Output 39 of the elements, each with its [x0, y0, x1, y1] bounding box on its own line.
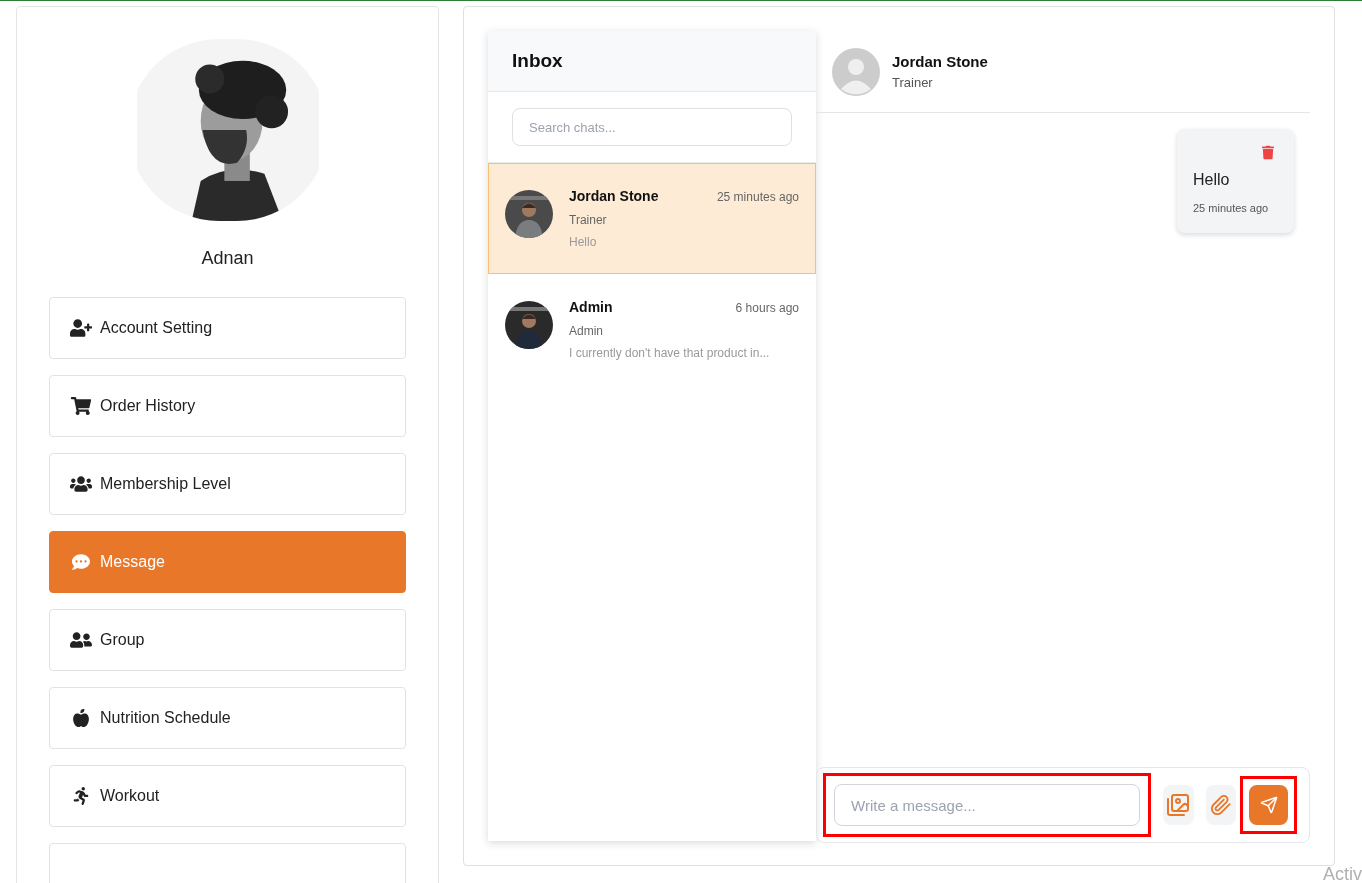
inbox-title: Inbox [512, 48, 563, 73]
menu-item[interactable]: Account Setting [49, 297, 406, 359]
contact-role: Admin [569, 323, 604, 340]
image-button[interactable] [1163, 785, 1194, 825]
people-icon [70, 475, 92, 493]
people-icon [70, 631, 92, 649]
activation-notice: Activ [1323, 865, 1362, 883]
message-preview: I currently don't have that product in... [569, 345, 771, 362]
user-plus-icon [70, 319, 92, 337]
delete-icon[interactable] [1262, 145, 1274, 160]
attach-button[interactable] [1205, 785, 1236, 825]
chat-time: 6 hours ago [735, 300, 799, 317]
message-text: Hello [1193, 170, 1231, 190]
send-button[interactable] [1249, 785, 1288, 825]
chat-time: 25 minutes ago [716, 189, 799, 206]
message-preview: Hello [569, 234, 598, 251]
menu-item[interactable]: Order History [49, 375, 406, 437]
menu-item[interactable]: Nutrition Schedule [49, 687, 406, 749]
contact-name: Admin [569, 298, 613, 317]
apple-icon [70, 709, 92, 727]
contact-name: Jordan Stone [569, 187, 659, 206]
cart-icon [70, 397, 92, 415]
search-field[interactable]: Search chats... [512, 108, 792, 146]
contact-role: Trainer [569, 212, 608, 229]
menu-item[interactable]: Workout [49, 765, 406, 827]
menu-item[interactable]: Membership Level [49, 453, 406, 515]
menu-item[interactable]: Group [49, 609, 406, 671]
chat-list-item[interactable]: Admin 6 hours ago Admin I currently don't have that product in... [488, 274, 816, 385]
chat-contact-name: Jordan Stone [892, 51, 988, 72]
chat-contact-role: Trainer [892, 74, 934, 92]
message-input[interactable]: Write a message... [834, 784, 1140, 826]
message-time: 25 minutes ago [1193, 201, 1270, 216]
images-icon [1166, 793, 1191, 817]
profile-name: Adnan [201, 247, 254, 270]
paperclip-icon [1209, 794, 1232, 816]
avatar-placeholder-icon [832, 47, 880, 96]
send-icon [1259, 796, 1278, 814]
chat-bubble-icon [70, 553, 92, 571]
chat-list-item[interactable]: Jordan Stone 25 minutes ago Trainer Hello [488, 163, 816, 274]
